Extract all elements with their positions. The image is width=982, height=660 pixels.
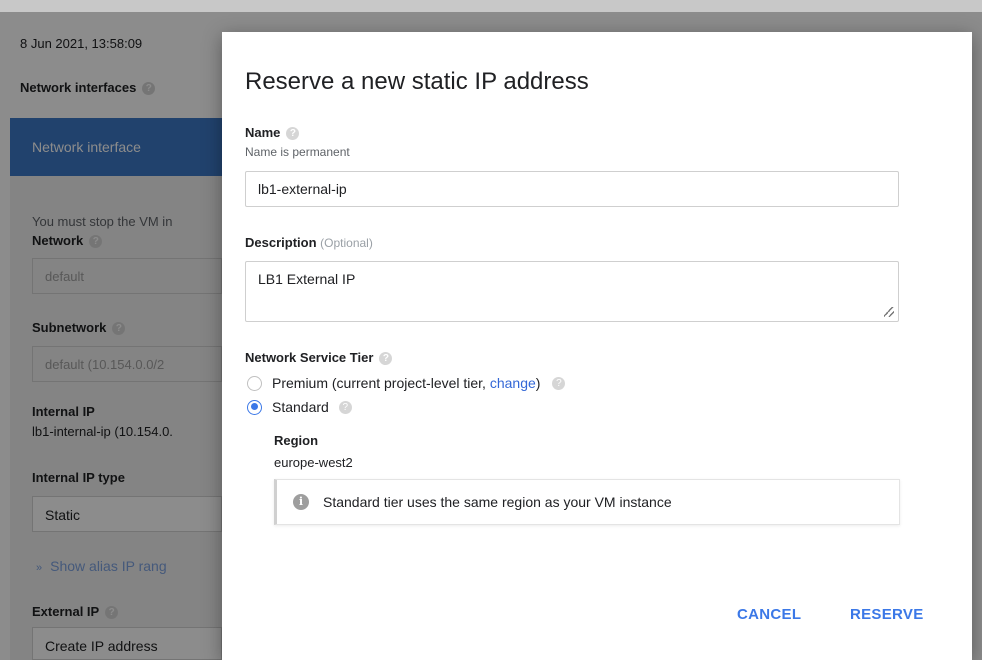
- info-icon: i: [293, 494, 309, 510]
- name-label: Name: [245, 125, 281, 140]
- tier-heading: Network Service Tier?: [245, 350, 393, 366]
- tier-label: Network Service Tier: [245, 350, 374, 365]
- name-input-value: lb1-external-ip: [258, 181, 347, 197]
- reserve-static-ip-dialog: Reserve a new static IP address Name? Na…: [222, 32, 972, 660]
- help-icon[interactable]: ?: [379, 352, 393, 366]
- name-heading: Name?: [245, 125, 300, 141]
- premium-tier-option[interactable]: Premium (current project-level tier, cha…: [247, 373, 566, 393]
- standard-tier-option[interactable]: Standard?: [247, 397, 352, 417]
- premium-label: Premium (current project-level tier,: [272, 375, 486, 391]
- premium-label-end: ): [535, 375, 541, 391]
- help-icon[interactable]: ?: [338, 400, 352, 414]
- name-input[interactable]: lb1-external-ip: [245, 171, 899, 207]
- premium-radio[interactable]: [247, 375, 262, 391]
- optional-hint: (Optional): [320, 236, 373, 250]
- dialog-title: Reserve a new static IP address: [245, 68, 589, 95]
- resize-handle-icon[interactable]: [884, 307, 894, 317]
- help-icon[interactable]: ?: [286, 127, 300, 141]
- info-text: Standard tier uses the same region as yo…: [323, 494, 672, 510]
- description-textarea[interactable]: LB1 External IP: [245, 261, 899, 322]
- region-label: Region: [274, 433, 319, 448]
- cancel-button[interactable]: CANCEL: [737, 606, 801, 623]
- region-value: europe-west2: [274, 455, 353, 470]
- standard-label: Standard: [272, 399, 329, 415]
- top-bar: [0, 0, 982, 12]
- standard-radio[interactable]: [247, 399, 262, 415]
- change-tier-link[interactable]: change: [490, 375, 536, 391]
- standard-tier-info-box: i Standard tier uses the same region as …: [274, 479, 900, 525]
- description-heading: Description (Optional): [245, 235, 373, 250]
- reserve-button[interactable]: RESERVE: [850, 606, 924, 623]
- name-hint: Name is permanent: [245, 145, 350, 159]
- description-label: Description: [245, 235, 317, 250]
- help-icon[interactable]: ?: [552, 376, 566, 390]
- description-value: LB1 External IP: [258, 271, 356, 287]
